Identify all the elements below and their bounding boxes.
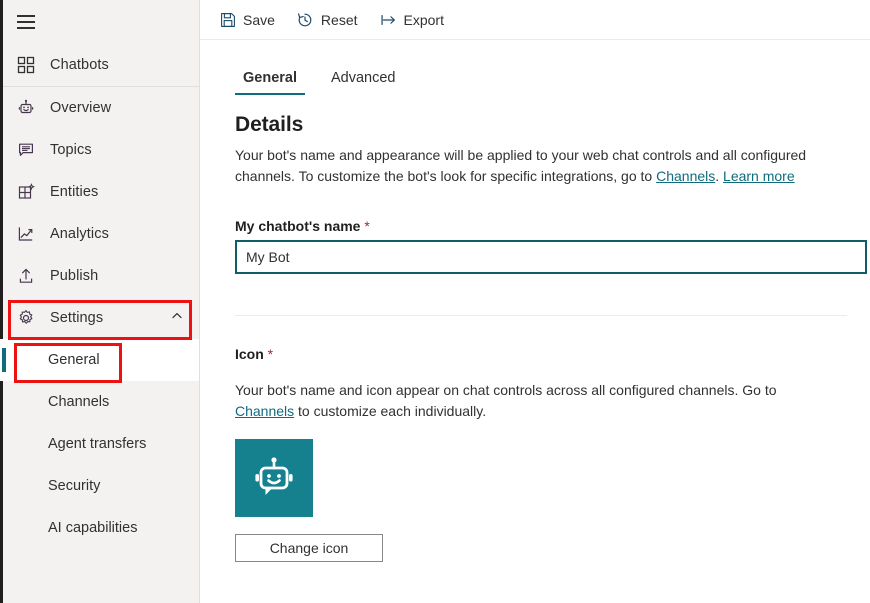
upload-arrow-icon (16, 266, 36, 286)
sidebar-subitem-general[interactable]: General (0, 339, 199, 381)
app-root: Chatbots Overview Topics Entities Analyt… (0, 0, 870, 603)
details-description: Your bot's name and appearance will be a… (235, 145, 835, 187)
sidebar-header (0, 0, 199, 44)
sidebar-subitem-label: Security (48, 478, 101, 494)
sidebar-item-chatbots[interactable]: Chatbots (0, 44, 199, 86)
chatbot-name-input[interactable] (235, 240, 867, 274)
sidebar-subitem-security[interactable]: Security (0, 465, 199, 507)
tab-bar: General Advanced (233, 68, 870, 95)
sidebar-item-settings[interactable]: Settings (0, 297, 199, 339)
sidebar-subitem-channels[interactable]: Channels (0, 381, 199, 423)
sidebar-subitem-label: AI capabilities (48, 520, 138, 536)
main-content: Save Reset Export General Advanced Detai… (200, 0, 870, 603)
icon-description-text1: Your bot's name and icon appear on chat … (235, 382, 777, 398)
sidebar: Chatbots Overview Topics Entities Analyt… (0, 0, 200, 603)
hamburger-icon[interactable] (17, 15, 35, 29)
sidebar-subitem-label: General (48, 352, 100, 368)
tab-general[interactable]: General (233, 68, 307, 95)
learn-more-link[interactable]: Learn more (723, 168, 795, 184)
command-bar: Save Reset Export (200, 0, 870, 40)
change-icon-button[interactable]: Change icon (235, 534, 383, 562)
save-floppy-icon (219, 11, 236, 28)
sidebar-item-entities[interactable]: Entities (0, 171, 199, 213)
chevron-up-icon[interactable] (171, 309, 183, 327)
chat-bubble-icon (16, 140, 36, 160)
sidebar-item-label: Chatbots (50, 57, 109, 73)
bot-avatar-icon (235, 439, 313, 517)
export-button-label: Export (403, 11, 444, 28)
icon-section-label-text: Icon (235, 346, 264, 362)
sidebar-item-analytics[interactable]: Analytics (0, 213, 199, 255)
sidebar-item-label: Analytics (50, 226, 109, 242)
save-button[interactable]: Save (210, 4, 284, 36)
reset-button[interactable]: Reset (288, 4, 367, 36)
channels-link[interactable]: Channels (656, 168, 715, 184)
sidebar-item-label: Topics (50, 142, 92, 158)
icon-section-label: Icon * (235, 346, 870, 362)
required-asterisk: * (364, 218, 370, 234)
sidebar-item-publish[interactable]: Publish (0, 255, 199, 297)
grid-apps-icon (16, 55, 36, 75)
settings-general-panel: General Advanced Details Your bot's name… (200, 40, 870, 562)
icon-description-text2: to customize each individually. (294, 403, 487, 419)
page-title: Details (235, 113, 304, 136)
icon-description: Your bot's name and icon appear on chat … (235, 380, 825, 422)
sidebar-subitem-label: Channels (48, 394, 110, 410)
sidebar-item-topics[interactable]: Topics (0, 129, 199, 171)
required-asterisk: * (267, 346, 274, 362)
chatbot-name-label-text: My chatbot's name (235, 218, 361, 234)
sidebar-item-overview[interactable]: Overview (0, 87, 199, 129)
sidebar-item-label: Publish (50, 268, 99, 284)
robot-icon (16, 98, 36, 118)
sidebar-item-label: Settings (50, 310, 104, 326)
sidebar-subitem-label: Agent transfers (48, 436, 147, 452)
gear-icon (16, 308, 36, 328)
entities-grid-icon (16, 182, 36, 202)
sidebar-subitem-agent-transfers[interactable]: Agent transfers (0, 423, 199, 465)
save-button-label: Save (243, 11, 275, 28)
chatbot-name-label: My chatbot's name * (235, 218, 870, 234)
sidebar-item-label: Entities (50, 184, 99, 200)
channels-link[interactable]: Channels (235, 403, 294, 419)
sidebar-subitem-ai-capabilities[interactable]: AI capabilities (0, 507, 199, 549)
reset-history-icon (297, 11, 314, 28)
tab-label: General (243, 70, 297, 86)
active-indicator-bar (2, 348, 6, 372)
sidebar-item-label: Overview (50, 100, 112, 116)
tab-label: Advanced (331, 70, 396, 86)
details-description-text2: . (715, 168, 724, 184)
line-chart-icon (16, 224, 36, 244)
export-arrow-icon (380, 11, 397, 28)
tab-advanced[interactable]: Advanced (321, 68, 406, 95)
export-button[interactable]: Export (371, 4, 453, 36)
section-divider (235, 315, 847, 316)
reset-button-label: Reset (320, 11, 358, 28)
